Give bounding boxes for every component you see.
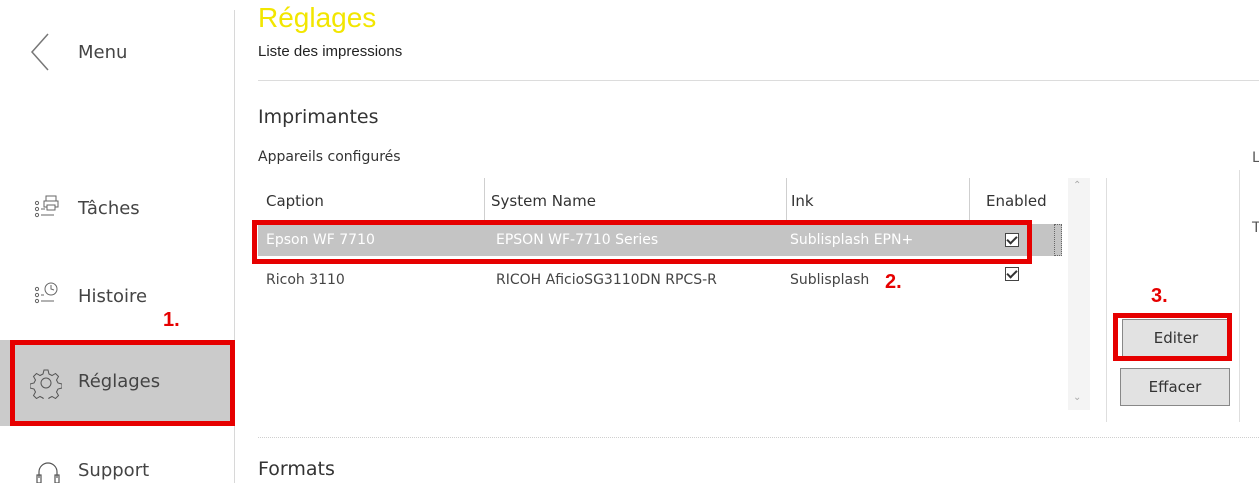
header-divider [258, 80, 1259, 81]
table-row[interactable]: Epson WF 7710 EPSON WF-7710 Series Subli… [258, 224, 1062, 256]
column-header-ink[interactable]: Ink [787, 178, 970, 224]
annotation-number-2: 2. [885, 271, 902, 293]
headset-icon [36, 462, 60, 483]
gear-icon [30, 369, 62, 399]
enabled-checkbox[interactable] [1005, 267, 1019, 281]
sidebar-divider [234, 10, 235, 483]
tasks-printer-icon [34, 195, 59, 218]
page-subtitle: Liste des impressions [258, 43, 403, 60]
cell-system-name: EPSON WF-7710 Series [496, 232, 659, 248]
annotation-number-3: 3. [1151, 285, 1168, 307]
button-panel-divider [1106, 178, 1107, 422]
column-header-system-name[interactable]: System Name [485, 178, 787, 224]
column-header-caption[interactable]: Caption [258, 178, 485, 224]
annotation-number-1: 1. [163, 309, 180, 331]
sidebar-item-label: Support [78, 460, 150, 481]
table-header: Caption System Name Ink Enabled [258, 178, 1062, 224]
sidebar: Menu Tâches Histoire Réglages Support [0, 0, 234, 483]
edit-button[interactable]: Editer [1122, 319, 1230, 357]
cell-caption: Epson WF 7710 [266, 232, 375, 248]
sidebar-item-label: Histoire [78, 286, 148, 307]
table-row[interactable]: Ricoh 3110 RICOH AficioSG3110DN RPCS-R S… [258, 264, 1062, 296]
scroll-up-icon[interactable]: ⌃ [1073, 180, 1081, 191]
chevron-left-icon [30, 33, 49, 71]
sidebar-item-taches[interactable]: Tâches [0, 165, 234, 251]
sidebar-item-label: Tâches [78, 198, 140, 219]
menu-back-button[interactable]: Menu [0, 24, 234, 80]
right-panel-divider [1239, 170, 1240, 422]
sidebar-item-reglages[interactable]: Réglages [0, 340, 234, 426]
history-clock-icon [34, 282, 58, 304]
printers-table: Caption System Name Ink Enabled Epson WF… [258, 178, 1107, 422]
cell-ink: Sublisplash [790, 272, 870, 288]
sidebar-item-histoire[interactable]: Histoire [0, 252, 234, 338]
row-focus-indicator [1054, 224, 1062, 256]
section-divider [258, 437, 1259, 438]
page-title: Réglages [258, 2, 377, 33]
scroll-down-icon[interactable]: ⌄ [1073, 392, 1081, 403]
printers-section-title: Imprimantes [258, 106, 379, 128]
sidebar-item-support[interactable]: Support [0, 440, 234, 483]
sidebar-item-label: Réglages [78, 371, 161, 392]
cell-ink: Sublisplash EPN+ [790, 232, 914, 248]
menu-label: Menu [78, 41, 128, 63]
cell-caption: Ricoh 3110 [266, 272, 345, 288]
printers-section-subtitle: Appareils configurés [258, 149, 401, 165]
clipped-right-text: L [1252, 150, 1259, 166]
clipped-right-text: T [1252, 220, 1259, 236]
column-header-enabled[interactable]: Enabled [970, 178, 1062, 224]
delete-button[interactable]: Effacer [1120, 368, 1230, 406]
enabled-checkbox[interactable] [1005, 233, 1019, 247]
table-scrollbar[interactable]: ⌃ ⌄ [1068, 178, 1090, 410]
cell-system-name: RICOH AficioSG3110DN RPCS-R [496, 272, 717, 288]
formats-section-title: Formats [258, 458, 335, 480]
